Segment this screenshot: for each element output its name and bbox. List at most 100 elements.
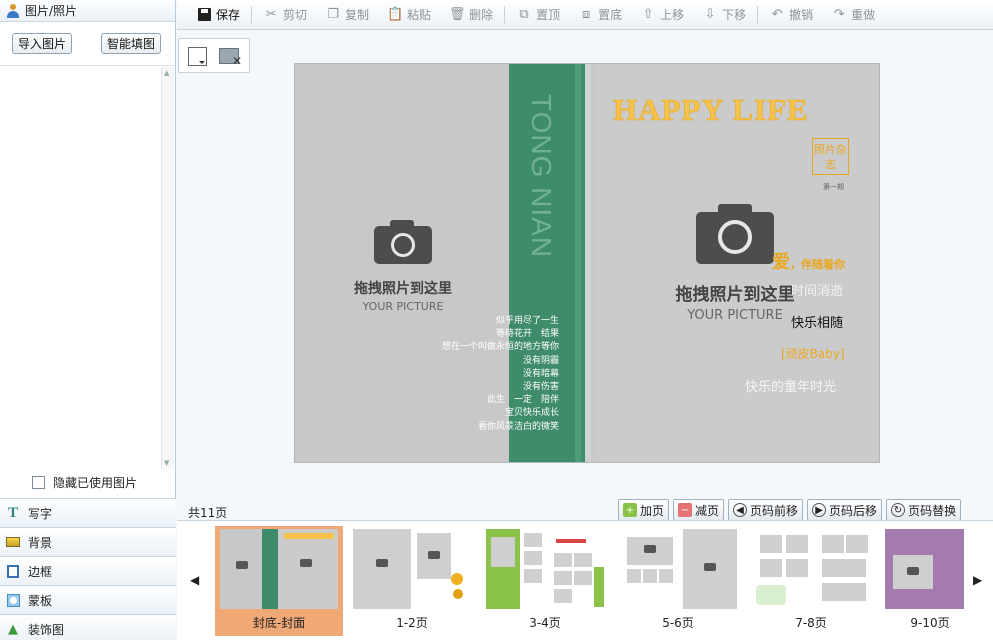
toolbar-label: 复制 xyxy=(345,8,370,22)
category-mask[interactable]: 蒙板 xyxy=(0,585,176,614)
left-sidebar: 图片/照片 导入图片 智能填图 ▲ ▼ 隐藏已使用图片 T 写字 背景 边框 蒙… xyxy=(0,0,176,640)
page-left-icon: ◀ xyxy=(733,503,748,517)
remove-photo-button[interactable]: ✕ xyxy=(219,48,242,68)
thumbnail-label: 7-8页 xyxy=(795,616,827,630)
happy-line[interactable]: 快乐相随 xyxy=(791,312,843,331)
thumbnail-label: 封底-封面 xyxy=(252,616,306,630)
poem-line: 没有暗幕 xyxy=(522,368,559,379)
app-window: 图片/照片 导入图片 智能填图 ▲ ▼ 隐藏已使用图片 T 写字 背景 边框 蒙… xyxy=(0,0,993,640)
paste-button[interactable]: 📋 粘贴 xyxy=(378,0,440,30)
thumbnail-page[interactable]: 7-8页 xyxy=(747,526,875,636)
thumbnail-image xyxy=(353,529,471,609)
move-down-button[interactable]: ⇩ 下移 xyxy=(693,0,755,30)
thumbnail-label: 5-6页 xyxy=(662,616,694,630)
love-line[interactable]: 爱，伴随着你 xyxy=(772,248,845,274)
page-count: 共11页 xyxy=(188,506,228,520)
placeholder-subtitle: YOUR PICTURE xyxy=(362,300,444,313)
move-down-icon: ⇩ xyxy=(704,7,716,22)
toolbar-label: 粘贴 xyxy=(407,8,432,22)
import-photos-button[interactable]: 导入图片 xyxy=(12,33,73,54)
thumbnail-cover[interactable]: 封底-封面 xyxy=(215,526,343,636)
save-button[interactable]: 保存 xyxy=(187,0,249,30)
poem-line: 没有伤害 xyxy=(522,382,559,393)
close-icon: ✕ xyxy=(231,54,242,68)
scroll-up-icon[interactable]: ▲ xyxy=(164,69,169,77)
photo-actions: 导入图片 智能填图 xyxy=(0,22,175,66)
move-up-icon: ⇧ xyxy=(642,7,654,22)
back-photo-placeholder[interactable]: 拖拽照片到这里 YOUR PICTURE xyxy=(343,220,463,313)
category-frame[interactable]: 边框 xyxy=(0,556,176,585)
cut-icon: ✂ xyxy=(265,7,277,22)
strip-left-arrow-icon[interactable]: ◀ xyxy=(190,573,199,587)
thumbnail-page[interactable]: 5-6页 xyxy=(614,526,742,636)
childhood-line[interactable]: 快乐的童年时光 xyxy=(745,376,836,395)
spine-title[interactable]: TONG NIAN xyxy=(525,94,557,258)
thumbnail-page[interactable]: 3-4页 xyxy=(481,526,609,636)
thumbnail-page[interactable]: 1-2页 xyxy=(348,526,476,636)
thumbnail-image xyxy=(220,529,338,609)
thumbnail-image xyxy=(752,529,870,609)
photo-list-scrollbar[interactable]: ▲ ▼ xyxy=(161,67,174,469)
camera-icon xyxy=(374,220,432,264)
button-label: 页码后移 xyxy=(829,503,878,518)
decoration-tree-icon: ▲ xyxy=(8,621,18,637)
category-list: T 写字 背景 边框 蒙板 ▲ 装饰图 xyxy=(0,498,176,640)
page-move-right-button[interactable]: ▶ 页码后移 xyxy=(807,499,883,521)
category-label: 写字 xyxy=(28,506,53,521)
copy-button[interactable]: ❐ 复制 xyxy=(316,0,378,30)
add-page-button[interactable]: + 加页 xyxy=(618,499,670,521)
page-swap-button[interactable]: ↻ 页码替换 xyxy=(886,499,962,521)
main-toolbar: 保存 ✂ 剪切 ❐ 复制 📋 粘贴 🗑 删除 ⧉ 置顶 ⧈ 置底 ⇧ 上移 ⇩ 下移 ↶ 撤销 ↷… xyxy=(177,0,993,30)
photo-list[interactable]: ▲ ▼ xyxy=(0,67,176,469)
remove-page-icon: − xyxy=(678,503,693,517)
send-to-back-button[interactable]: ⧈ 置底 xyxy=(569,0,631,30)
toolbar-divider xyxy=(251,5,253,24)
poem-line: 宝贝快乐成长 xyxy=(504,408,559,419)
poem-line: 似乎用尽了一生 xyxy=(495,316,559,326)
strip-right-arrow-icon[interactable]: ▶ xyxy=(973,573,982,587)
smart-fill-button[interactable]: 智能填图 xyxy=(100,33,161,54)
spine-stripe xyxy=(575,64,581,462)
category-decoration[interactable]: ▲ 装饰图 xyxy=(0,614,176,640)
delete-icon: 🗑 xyxy=(448,7,466,22)
toolbar-label: 撤销 xyxy=(789,8,814,22)
baby-line[interactable]: [顽皮Baby] xyxy=(781,345,845,362)
poem-line: 等待花开 结果 xyxy=(495,329,559,340)
toolbar-divider xyxy=(504,5,506,24)
thumbnail-label: 1-2页 xyxy=(396,616,428,630)
thumbnail-page[interactable]: 9-10页 xyxy=(880,526,964,636)
redo-icon: ↷ xyxy=(833,7,845,22)
toolbar-label: 置底 xyxy=(598,8,623,22)
button-label: 减页 xyxy=(695,503,720,518)
thumbnail-image xyxy=(486,529,604,609)
cut-button[interactable]: ✂ 剪切 xyxy=(254,0,316,30)
album-spread-canvas[interactable]: TONG NIAN 拖拽照片到这里 YOUR PICTURE 似乎用尽了一生 等… xyxy=(294,63,880,463)
bring-to-front-button[interactable]: ⧉ 置顶 xyxy=(507,0,569,30)
user-photo-icon xyxy=(6,3,20,18)
poem-line: 没有阴霾 xyxy=(522,355,559,366)
move-up-button[interactable]: ⇧ 上移 xyxy=(631,0,693,30)
headline-text[interactable]: HAPPY LIFE xyxy=(613,92,809,128)
magazine-stamp[interactable]: 照片杂志 xyxy=(812,138,849,175)
spine-edge xyxy=(585,64,591,462)
scroll-down-icon[interactable]: ▼ xyxy=(164,459,169,467)
undo-button[interactable]: ↶ 撤销 xyxy=(760,0,822,30)
mask-icon xyxy=(6,593,20,607)
category-text[interactable]: T 写字 xyxy=(0,498,176,527)
category-background[interactable]: 背景 xyxy=(0,527,176,556)
page-move-left-button[interactable]: ◀ 页码前移 xyxy=(728,499,804,521)
delete-button[interactable]: 🗑 删除 xyxy=(440,0,502,30)
bring-to-front-icon: ⧉ xyxy=(519,7,529,22)
hide-used-toggle[interactable]: 隐藏已使用图片 xyxy=(32,474,137,491)
time-line[interactable]: 时间消逝 xyxy=(791,280,843,299)
poem-text[interactable]: 似乎用尽了一生 等待花开 结果 想在一个叫做永恒的地方等你 没有阴霾 没有暗幕 … xyxy=(442,315,559,434)
love-char: 爱 xyxy=(772,252,790,273)
issue-label: 第一期 xyxy=(823,183,844,191)
remove-page-button[interactable]: − 减页 xyxy=(673,499,725,521)
category-label: 装饰图 xyxy=(28,622,65,637)
redo-button[interactable]: ↷ 重做 xyxy=(822,0,884,30)
hide-used-label: 隐藏已使用图片 xyxy=(53,476,138,490)
hide-used-checkbox[interactable] xyxy=(32,476,45,489)
select-frame-dropdown[interactable] xyxy=(188,47,207,66)
category-label: 边框 xyxy=(28,564,53,579)
